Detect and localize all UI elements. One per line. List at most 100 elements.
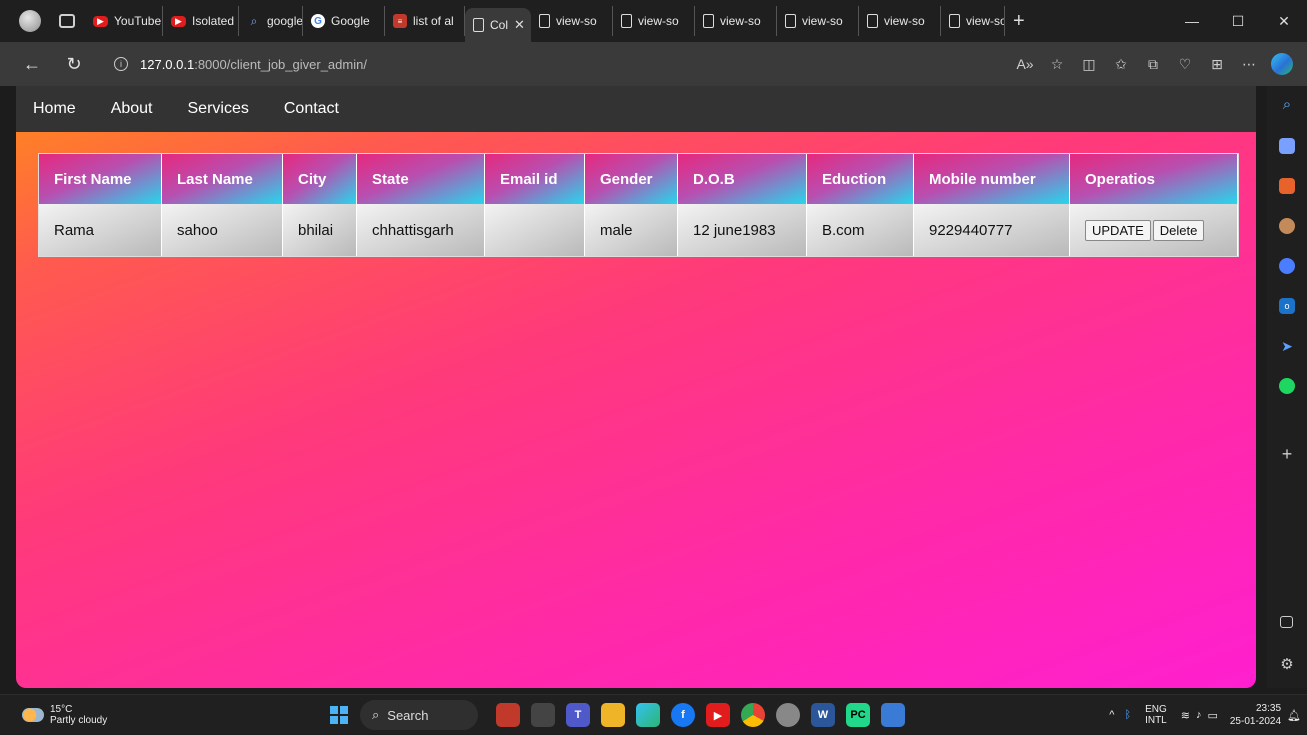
- outlook-icon[interactable]: o: [1279, 298, 1295, 314]
- cell-first-name: Rama: [39, 204, 162, 256]
- header-state: State: [357, 154, 485, 204]
- settings-icon[interactable]: [776, 703, 800, 727]
- refresh-icon[interactable]: ↻: [64, 54, 84, 75]
- search-icon[interactable]: ⌕: [1279, 96, 1295, 113]
- url-path: :8000/client_job_giver_admin/: [194, 56, 367, 72]
- delete-button[interactable]: Delete: [1152, 219, 1205, 241]
- taskbar-search[interactable]: ⌕ Search: [360, 700, 478, 730]
- tools-briefcase-icon[interactable]: [1279, 178, 1295, 194]
- pinned-apps: T f ▶ W PC: [496, 703, 916, 727]
- cell-operations: UPDATE Delete: [1070, 204, 1238, 256]
- task-view-icon[interactable]: [531, 703, 555, 727]
- copilot-sidebar-icon[interactable]: [1279, 258, 1295, 274]
- facebook-icon[interactable]: f: [671, 703, 695, 727]
- extensions-icon[interactable]: ⊞: [1201, 56, 1233, 73]
- close-icon[interactable]: ✕: [514, 17, 525, 33]
- copilot-icon[interactable]: [1271, 53, 1293, 75]
- header-operations: Operatios: [1070, 154, 1238, 204]
- edge-icon[interactable]: [636, 703, 660, 727]
- tab-view-source-6[interactable]: view-so: [941, 6, 1005, 36]
- cell-email: [485, 204, 585, 256]
- chrome-icon[interactable]: [741, 703, 765, 727]
- maximize-icon[interactable]: ☐: [1215, 13, 1261, 30]
- tab-view-source-5[interactable]: view-so: [859, 6, 941, 36]
- tab-view-source-1[interactable]: view-so: [531, 6, 613, 36]
- tab-view-source-3[interactable]: view-so: [695, 6, 777, 36]
- tab-label: Isolated: [192, 14, 235, 28]
- back-icon[interactable]: ←: [22, 54, 42, 75]
- tab-google[interactable]: G Google: [303, 6, 385, 36]
- toolbar-icons: A» ☆ ◫ ✩ ⧉ ♡ ⊞ ⋯: [1009, 42, 1293, 86]
- widgets-icon[interactable]: [496, 703, 520, 727]
- hide-sidebar-icon[interactable]: [1280, 616, 1293, 628]
- tab-actions-icon[interactable]: [59, 14, 75, 28]
- notepad-icon[interactable]: [881, 703, 905, 727]
- tab-isolated[interactable]: ▶ Isolated: [163, 6, 239, 36]
- nav-home-link[interactable]: Home: [33, 100, 92, 118]
- notification-bell-icon[interactable]: 🔔︎: [1287, 709, 1301, 722]
- youtube-icon[interactable]: ▶: [706, 703, 730, 727]
- volume-icon[interactable]: ♪: [1196, 709, 1202, 721]
- table-header-row: First Name Last Name City State Email id…: [39, 154, 1238, 204]
- header-city: City: [283, 154, 357, 204]
- browser-essentials-icon[interactable]: ♡: [1169, 56, 1201, 73]
- header-education: Eduction: [807, 154, 914, 204]
- minimize-icon[interactable]: —: [1169, 13, 1215, 29]
- send-icon[interactable]: ➤: [1279, 338, 1295, 354]
- profile-avatar[interactable]: [19, 10, 41, 32]
- document-icon: [785, 14, 796, 28]
- battery-icon[interactable]: ▭: [1207, 709, 1217, 722]
- collections-icon[interactable]: ⧉: [1137, 56, 1169, 73]
- tab-active[interactable]: Col ✕: [465, 8, 531, 42]
- weather-widget[interactable]: 15°C Partly cloudy: [22, 704, 107, 726]
- language-indicator[interactable]: ENG INTL: [1145, 704, 1167, 726]
- table-row: Rama sahoo bhilai chhattisgarh male 12 j…: [39, 204, 1238, 256]
- clock[interactable]: 23:35 25-01-2024: [1230, 702, 1281, 728]
- site-info-icon[interactable]: i: [114, 57, 128, 71]
- teams-icon[interactable]: T: [566, 703, 590, 727]
- youtube-icon: ▶: [171, 15, 186, 27]
- nav-services-link[interactable]: Services: [188, 100, 265, 118]
- tab-youtube[interactable]: ▶ YouTube: [85, 6, 163, 36]
- tab-list-of-all[interactable]: ≡ list of al: [385, 6, 465, 36]
- favorite-star-icon[interactable]: ☆: [1041, 56, 1073, 73]
- header-gender: Gender: [585, 154, 678, 204]
- weather-text: 15°C Partly cloudy: [50, 704, 107, 726]
- search-label: Search: [387, 707, 429, 723]
- games-icon[interactable]: [1279, 218, 1295, 234]
- add-icon[interactable]: +: [1279, 444, 1295, 464]
- new-tab-icon[interactable]: +: [1013, 10, 1025, 33]
- list-icon: ≡: [393, 14, 407, 28]
- windows-start-icon[interactable]: [330, 706, 348, 724]
- chevron-up-icon[interactable]: ^: [1109, 709, 1114, 721]
- word-icon[interactable]: W: [811, 703, 835, 727]
- file-explorer-icon[interactable]: [601, 703, 625, 727]
- google-icon: G: [311, 14, 325, 28]
- tab-view-source-4[interactable]: view-so: [777, 6, 859, 36]
- url-field[interactable]: i 127.0.0.1:8000/client_job_giver_admin/: [114, 57, 367, 72]
- spotify-icon[interactable]: [1279, 378, 1295, 394]
- pycharm-icon[interactable]: PC: [846, 703, 870, 727]
- document-icon: [703, 14, 714, 28]
- document-icon: [867, 14, 878, 28]
- nav-about-link[interactable]: About: [111, 100, 169, 118]
- nav-contact-link[interactable]: Contact: [284, 100, 355, 118]
- partly-cloudy-icon: [22, 707, 44, 722]
- more-options-icon[interactable]: ⋯: [1233, 56, 1265, 73]
- gear-icon[interactable]: ⚙: [1279, 656, 1295, 673]
- header-last-name: Last Name: [162, 154, 283, 204]
- wifi-icon[interactable]: ≋: [1181, 709, 1190, 722]
- lang-layout: INTL: [1145, 715, 1167, 726]
- cell-education: B.com: [807, 204, 914, 256]
- tab-view-source-2[interactable]: view-so: [613, 6, 695, 36]
- read-aloud-icon[interactable]: A»: [1009, 56, 1041, 72]
- split-screen-icon[interactable]: ◫: [1073, 56, 1105, 73]
- close-window-icon[interactable]: ✕: [1261, 13, 1307, 30]
- favorites-icon[interactable]: ✩: [1105, 56, 1137, 73]
- tab-google-search[interactable]: ⌕ google: [239, 6, 303, 36]
- cell-mobile: 9229440777: [914, 204, 1070, 256]
- bluetooth-icon[interactable]: ᛒ: [1124, 709, 1131, 721]
- tab-label: view-so: [556, 14, 597, 28]
- update-button[interactable]: UPDATE: [1085, 219, 1151, 241]
- shopping-tag-icon[interactable]: [1279, 138, 1295, 154]
